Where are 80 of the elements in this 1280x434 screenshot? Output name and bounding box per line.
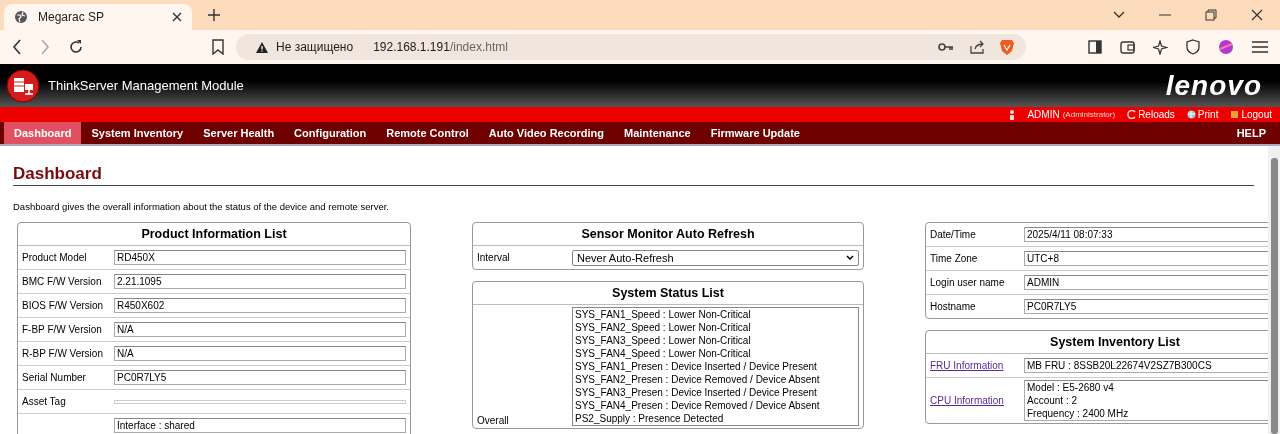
bookmark-icon[interactable] — [212, 39, 224, 55]
nav-tab[interactable]: Server Health — [193, 122, 285, 144]
header-link[interactable]: Logout — [1230, 109, 1272, 120]
brand-logo: lenovo — [1165, 69, 1262, 102]
nav-tab[interactable]: Firmware Update — [700, 122, 810, 144]
value-field: PC0R7LY5 — [1024, 299, 1268, 314]
user-name: ADMIN (Administrator) — [1027, 109, 1116, 120]
page-description: Dashboard gives the overall information about the status of the device and remote server. — [13, 201, 390, 212]
value-field: Model : E5-2680 v4 Account : 2 Frequency : 2400 MHz — [1024, 380, 1268, 421]
close-icon[interactable] — [1251, 9, 1263, 21]
panel-title: System Status List — [473, 282, 863, 305]
close-icon[interactable] — [172, 12, 182, 22]
reload-icon[interactable] — [68, 39, 84, 55]
value-field: 2.21.1095 — [114, 274, 406, 289]
app-title: ThinkServer Management Module — [48, 78, 244, 93]
address-field[interactable]: Не защищено 192.168.1.191/index.html — [236, 34, 1026, 60]
wallet-icon[interactable] — [1120, 40, 1135, 54]
nav-tab[interactable]: Maintenance — [614, 122, 701, 144]
value-field: RD450X — [114, 250, 406, 265]
header-link[interactable]: Reloads — [1127, 109, 1175, 120]
nav-tab[interactable]: Dashboard — [4, 122, 82, 144]
chevron-down-icon[interactable] — [1113, 11, 1125, 19]
field-label: Hostname — [930, 301, 977, 312]
warning-icon — [256, 41, 268, 53]
value-field: ADMIN — [1024, 275, 1268, 290]
field-label: Serial Number — [22, 372, 87, 383]
value-field: UTC+8 — [1024, 251, 1268, 266]
value-field: N/A — [114, 322, 406, 337]
value-field: MB FRU : 8SSB20L22674V2SZ7B300CS — [1024, 358, 1268, 373]
field-label: Date/Time — [930, 229, 977, 240]
header-link[interactable]: Print — [1186, 109, 1219, 120]
menu-icon[interactable] — [1252, 41, 1268, 53]
globe-icon — [14, 10, 28, 24]
field-label: Product Model — [22, 252, 88, 263]
value-field: Interface : shared — [114, 418, 406, 433]
scrollbar[interactable] — [1268, 146, 1280, 434]
value-field: N/A — [114, 346, 406, 361]
door-icon — [1230, 110, 1240, 119]
interval-dropdown[interactable]: Never Auto-Refresh — [572, 249, 859, 266]
globe-icon — [1186, 110, 1196, 119]
value-field: PC0R7LY5 — [114, 370, 406, 385]
browser-tab[interactable]: Megarac SP — [4, 4, 192, 30]
sidebar-icon[interactable] — [1088, 40, 1102, 54]
shield-icon[interactable] — [1186, 39, 1200, 55]
refresh-icon — [1127, 110, 1137, 119]
nav-tab[interactable]: System Inventory — [81, 122, 194, 144]
value-field: R450X602 — [114, 298, 406, 313]
nav-tab[interactable]: Auto Video Recording — [478, 122, 615, 144]
user-icon — [1009, 109, 1016, 120]
status-list: SYS_FAN1_Speed : Lower Non-Critical SYS_FAN2_Speed : Lower Non-Critical SYS_FAN3_Speed : Lower Non-Critical SYS_FAN4_Speed : Lower Non-Critical SYS_FAN1_Presen : Device Inserted / Device Present SYS_FAN2_Presen : Device Removed / Device Absent SYS_FAN3_Presen : Device Inserted / Device Present SYS_FAN4_Presen : Device Removed / Device Absent PS2_Supply : Presence Detected — [572, 307, 859, 426]
key-icon[interactable] — [938, 42, 954, 52]
panel-title: Sensor Monitor Auto Refresh — [473, 223, 863, 246]
new-tab-icon[interactable] — [208, 9, 220, 21]
panel-title: Product Information List — [18, 223, 410, 246]
url-text: 192.168.1.191/index.html — [373, 40, 508, 54]
info-link[interactable]: CPU Information — [930, 395, 1024, 406]
help-link[interactable]: HELP — [1226, 122, 1276, 144]
nav-tab[interactable]: Remote Control — [376, 122, 479, 144]
info-link[interactable]: FRU Information — [930, 360, 1024, 371]
profile-icon[interactable] — [1218, 39, 1234, 55]
field-label: BIOS F/W Version — [22, 300, 105, 311]
field-label: R-BP F/W Version — [22, 348, 104, 359]
lion-shield-icon[interactable] — [1000, 39, 1014, 55]
nav-tab[interactable]: Configuration — [284, 122, 377, 144]
back-icon[interactable] — [12, 39, 22, 55]
restore-icon[interactable] — [1205, 9, 1217, 21]
field-label: Overall — [477, 415, 510, 426]
sparkle-icon[interactable] — [1153, 39, 1168, 55]
field-label: Interval — [477, 252, 511, 263]
field-label: F-BP F/W Version — [22, 324, 103, 335]
server-logo-icon — [6, 68, 40, 103]
security-label: Не защищено — [276, 40, 354, 54]
field-label: Asset Tag — [22, 396, 67, 407]
page-heading: Dashboard — [13, 164, 1254, 186]
share-icon[interactable] — [970, 40, 984, 54]
field-label: BMC F/W Version — [22, 276, 103, 287]
chevron-down-icon — [846, 255, 854, 260]
value-field: 2025/4/11 08:07:33 — [1024, 227, 1268, 242]
field-label: Login user name — [930, 277, 1006, 288]
field-label: Time Zone — [930, 253, 979, 264]
